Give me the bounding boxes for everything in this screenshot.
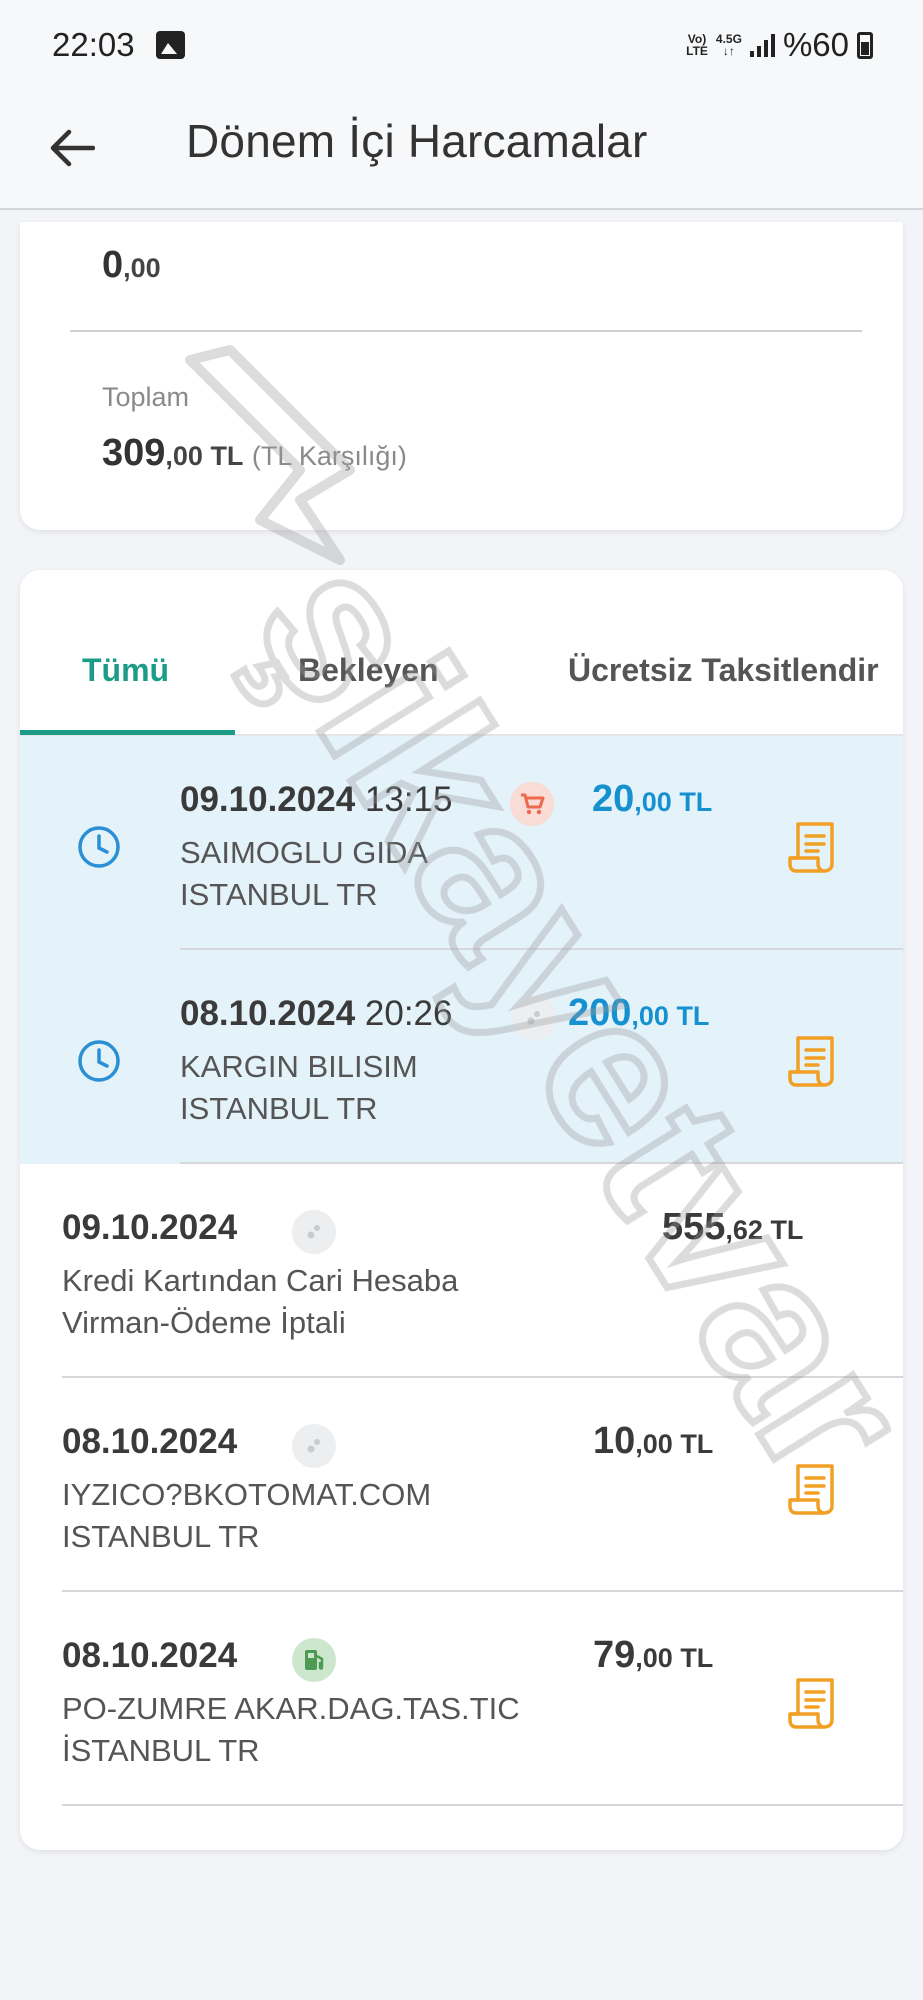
transaction-amount: 79,00 TL [593, 1634, 714, 1676]
page-title: Dönem İçi Harcamalar [186, 115, 648, 167]
misc-category-icon [292, 1210, 336, 1254]
merchant-location: ISTANBUL TR [180, 1091, 378, 1126]
app-bar: Dönem İçi Harcamalar [0, 92, 923, 210]
transaction-description: KARGIN BILISIM ISTANBUL TR [180, 1046, 700, 1130]
merchant-name: Kredi Kartından Cari Hesaba [62, 1263, 459, 1298]
transaction-amount: 200,00 TL [568, 992, 710, 1034]
shopping-cart-icon [510, 782, 554, 826]
transaction-date: 09.10.2024 13:15 [180, 780, 453, 819]
merchant-name: PO-ZUMRE AKAR.DAG.TAS.TIC [62, 1691, 520, 1726]
clock-icon [78, 1040, 120, 1082]
transaction-description: Kredi Kartından Cari Hesaba Virman-Ödeme… [62, 1260, 582, 1344]
transaction-date: 08.10.2024 [62, 1422, 238, 1461]
active-tab-indicator [20, 730, 235, 735]
status-time: 22:03 [52, 26, 135, 63]
transaction-date: 08.10.2024 20:26 [180, 994, 453, 1033]
summary-card: 0,00 Toplam 309,00 TL (TL Karşılığı) [20, 222, 903, 530]
status-bar: 22:03 Vo) LTE 4.5G ↓↑ %60 [0, 0, 923, 92]
previous-amount: 0,00 [102, 244, 161, 286]
transaction-date: 08.10.2024 [62, 1636, 238, 1675]
receipt-icon[interactable] [788, 1676, 838, 1730]
receipt-icon[interactable] [788, 1034, 838, 1088]
status-icons: Vo) LTE 4.5G ↓↑ %60 [686, 26, 873, 64]
merchant-location: İSTANBUL TR [62, 1733, 260, 1768]
transaction-description: IYZICO?BKOTOMAT.COM ISTANBUL TR [62, 1474, 582, 1558]
transaction-description: SAIMOGLU GIDA ISTANBUL TR [180, 832, 700, 916]
battery-percent: %60 [782, 26, 849, 63]
misc-category-icon [512, 996, 556, 1040]
transaction-description: PO-ZUMRE AKAR.DAG.TAS.TIC İSTANBUL TR [62, 1688, 582, 1772]
total-label: Toplam [102, 382, 190, 412]
transaction-amount: 20,00 TL [592, 778, 713, 820]
row-divider [62, 1804, 903, 1806]
receipt-icon[interactable] [788, 1462, 838, 1516]
transaction-row[interactable]: 08.10.2024 79,00 TL PO-ZUMRE AKAR.DAG.TA… [20, 1592, 903, 1806]
volte-icon: Vo) LTE [686, 32, 708, 58]
transaction-time: 13:15 [364, 780, 453, 819]
fuel-pump-icon [292, 1638, 336, 1682]
receipt-icon[interactable] [788, 820, 838, 874]
transaction-amount: 10,00 TL [593, 1420, 714, 1462]
battery-icon [857, 31, 873, 59]
transaction-time: 20:26 [364, 994, 453, 1033]
merchant-location: Virman-Ödeme İptali [62, 1305, 346, 1340]
merchant-name: KARGIN BILISIM [180, 1049, 418, 1084]
transaction-row[interactable]: 09.10.2024 13:15 20,00 TL SAIMOGLU GIDA … [20, 736, 903, 950]
clock-icon [78, 826, 120, 868]
transaction-date: 09.10.2024 [62, 1208, 238, 1247]
transaction-row[interactable]: 09.10.2024 555,62 TL Kredi Kartından Car… [20, 1164, 903, 1378]
currency-note: (TL Karşılığı) [251, 441, 407, 471]
transaction-row[interactable]: 08.10.2024 10,00 TL IYZICO?BKOTOMAT.COM … [20, 1378, 903, 1592]
merchant-name: SAIMOGLU GIDA [180, 835, 429, 870]
back-button[interactable] [42, 118, 102, 178]
gallery-notification-icon [156, 31, 185, 59]
merchant-name: IYZICO?BKOTOMAT.COM [62, 1477, 432, 1512]
summary-divider [70, 330, 862, 332]
tab-bar: Tümü Bekleyen Ücretsiz Taksitlendir [20, 570, 903, 736]
misc-category-icon [292, 1424, 336, 1468]
merchant-location: ISTANBUL TR [62, 1519, 260, 1554]
transactions-card: Tümü Bekleyen Ücretsiz Taksitlendir 09.1… [20, 570, 903, 1850]
arrow-left-icon [50, 129, 95, 167]
tab-free-installment[interactable]: Ücretsiz Taksitlendir [568, 652, 879, 689]
transaction-amount: 555,62 TL [662, 1206, 804, 1248]
tab-all[interactable]: Tümü [82, 652, 169, 689]
merchant-location: ISTANBUL TR [180, 877, 378, 912]
tab-pending[interactable]: Bekleyen [298, 652, 439, 689]
mobile-data-icon: 4.5G ↓↑ [715, 32, 742, 58]
signal-icon [749, 33, 775, 57]
transaction-row[interactable]: 08.10.2024 20:26 200,00 TL KARGIN BILISI… [20, 950, 903, 1164]
total-amount: 309,00 TL (TL Karşılığı) [102, 432, 407, 474]
